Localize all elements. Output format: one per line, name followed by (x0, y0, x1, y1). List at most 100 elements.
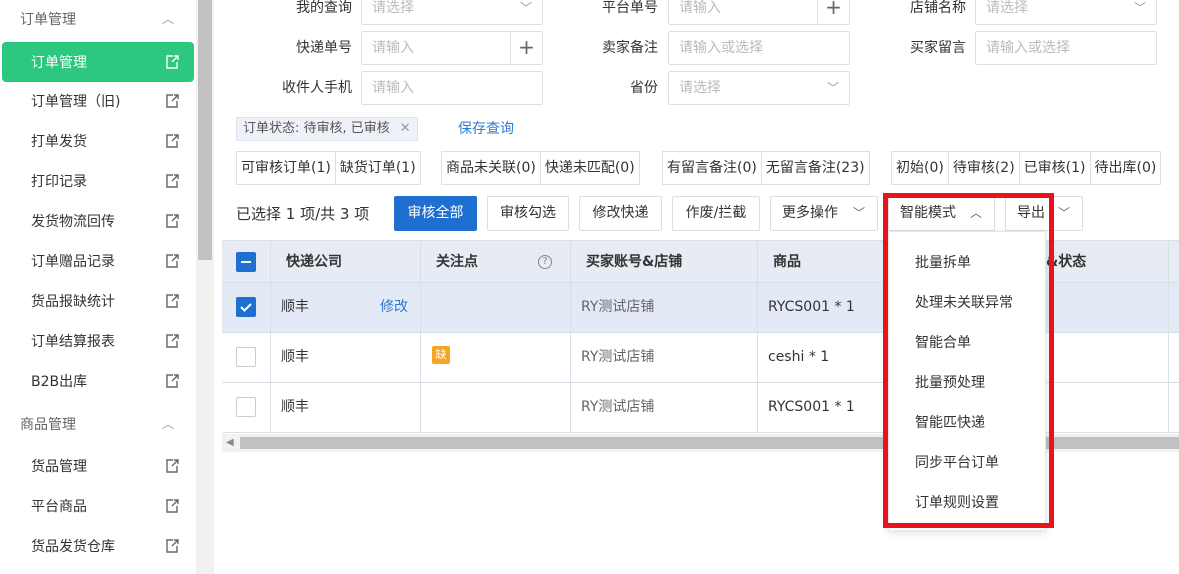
menu-item-batch-split[interactable]: 批量拆单 (889, 243, 1045, 283)
external-link-icon (164, 373, 180, 389)
province-select[interactable]: 请选择 ﹀ (668, 71, 850, 105)
row-checkbox[interactable] (236, 347, 256, 367)
more-actions-button[interactable]: 更多操作 ﹀ (770, 196, 878, 231)
audit-checked-button[interactable]: 审核勾选 (487, 196, 569, 231)
tab-initial[interactable]: 初始(0) (892, 152, 949, 184)
sidebar-item-label: B2B出库 (31, 374, 88, 390)
row-checkbox[interactable] (236, 397, 256, 417)
menu-item-handle-unlinked[interactable]: 处理未关联异常 (889, 283, 1045, 323)
express-no-placeholder: 请输入 (372, 40, 414, 56)
receiver-phone-placeholder: 请输入 (372, 80, 414, 96)
menu-item-smart-merge[interactable]: 智能合单 (889, 323, 1045, 363)
chevron-down-icon: ﹀ (519, 1, 532, 15)
tab-express-unmatched[interactable]: 快递未匹配(0) (541, 152, 639, 184)
sidebar-item-order-management[interactable]: 订单管理 (2, 42, 194, 82)
void-intercept-button[interactable]: 作废/拦截 (672, 196, 760, 231)
seller-note-placeholder: 请输入或选择 (679, 40, 763, 56)
sidebar-item-label: 订单赠品记录 (31, 254, 115, 270)
platform-no-input[interactable]: 请输入 + (668, 0, 850, 25)
cell-goods: RYCS001 * 1 (768, 399, 855, 415)
tab-pending-audit[interactable]: 待审核(2) (949, 152, 1020, 184)
selection-info: 已选择 1 项/共 3 项 (236, 205, 370, 223)
sidebar-item-logistics-callback[interactable]: 发货物流回传 (0, 201, 196, 241)
sidebar-item-gift-records[interactable]: 订单赠品记录 (0, 241, 196, 281)
save-query-link[interactable]: 保存查询 (458, 118, 514, 140)
status-tab-group-4: 初始(0) 待审核(2) 已审核(1) 待出库(0) (891, 151, 1162, 185)
receiver-phone-label: 收件人手机 (282, 80, 352, 96)
smart-mode-label: 智能模式 (900, 205, 956, 221)
sidebar-group-goods[interactable]: 商品管理 ︿ (0, 406, 196, 442)
cell-express: 顺丰 (281, 349, 309, 365)
modify-express-button[interactable]: 修改快递 (579, 196, 662, 231)
sidebar-item-settlement-report[interactable]: 订单结算报表 (0, 321, 196, 361)
status-tab-group-2: 商品未关联(0) 快递未匹配(0) (441, 151, 640, 185)
cell-express: 顺丰 (281, 399, 309, 415)
sidebar-item-label: 订单结算报表 (31, 334, 115, 350)
export-button[interactable]: 导出 ﹀ (1005, 196, 1083, 231)
my-query-select[interactable]: 请选择 ﹀ (361, 0, 543, 25)
platform-no-label: 平台单号 (602, 0, 658, 16)
sidebar-group-orders[interactable]: 订单管理 ︿ (0, 1, 196, 37)
external-link-icon (164, 333, 180, 349)
smart-mode-button[interactable]: 智能模式 ︿ (888, 196, 995, 231)
row-checkbox[interactable] (236, 297, 256, 317)
chevron-up-icon: ︿ (969, 206, 982, 220)
sidebar-item-goods-warehouse[interactable]: 货品发货仓库 (0, 526, 196, 566)
menu-item-sync-platform-orders[interactable]: 同步平台订单 (889, 443, 1045, 483)
external-link-icon (164, 538, 180, 554)
menu-item-batch-preprocess[interactable]: 批量预处理 (889, 363, 1045, 403)
sidebar-item-goods-management[interactable]: 货品管理 (0, 446, 196, 486)
sidebar-item-label: 货品管理 (31, 459, 87, 475)
buyer-msg-input[interactable]: 请输入或选择 (975, 31, 1157, 65)
external-link-icon (164, 173, 180, 189)
province-label: 省份 (630, 80, 658, 96)
shop-name-label: 店铺名称 (910, 0, 966, 16)
plus-icon[interactable]: + (510, 31, 542, 65)
sidebar-scrollbar[interactable] (196, 0, 214, 574)
column-divider (757, 240, 758, 432)
sidebar-item-label: 平台商品 (31, 499, 87, 515)
filter-tag: 订单状态: 待审核, 已审核 ✕ (236, 117, 418, 141)
sidebar-item-platform-goods[interactable]: 平台商品 (0, 486, 196, 526)
tab-has-note[interactable]: 有留言备注(0) (663, 152, 762, 184)
edit-link[interactable]: 修改 (380, 283, 408, 333)
external-link-icon (164, 54, 180, 70)
sidebar-item-print-records[interactable]: 打印记录 (0, 161, 196, 201)
express-no-input[interactable]: 请输入 + (361, 31, 543, 65)
shop-name-select[interactable]: 请选择 ﹀ (975, 0, 1157, 25)
chevron-up-icon: ︿ (161, 417, 174, 431)
menu-item-smart-match-express[interactable]: 智能匹快递 (889, 403, 1045, 443)
sidebar-item-print-ship[interactable]: 打单发货 (0, 121, 196, 161)
help-icon[interactable]: ? (538, 255, 552, 269)
audit-all-button[interactable]: 审核全部 (394, 196, 477, 231)
sidebar-item-order-management-old[interactable]: 订单管理（旧) (0, 81, 196, 121)
seller-note-input[interactable]: 请输入或选择 (668, 31, 850, 65)
chevron-down-icon: ﹀ (1057, 206, 1070, 220)
tab-auditable[interactable]: 可审核订单(1) (237, 152, 336, 184)
sidebar-item-b2b-outbound[interactable]: B2B出库 (0, 361, 196, 401)
plus-icon[interactable]: + (817, 0, 849, 25)
tab-audited[interactable]: 已审核(1) (1020, 152, 1091, 184)
cell-goods: ceshi * 1 (768, 349, 830, 365)
cell-shop: RY测试店铺 (581, 299, 655, 315)
buyer-msg-label: 买家留言 (910, 40, 966, 56)
scroll-left-icon[interactable]: ◀ (226, 437, 234, 448)
receiver-phone-input[interactable]: 请输入 (361, 71, 543, 105)
tab-goods-unlinked[interactable]: 商品未关联(0) (442, 152, 541, 184)
external-link-icon (164, 213, 180, 229)
sidebar: 订单管理 ︿ 订单管理 订单管理（旧) 打单发货 打印记录 发货物流回传 订单赠… (0, 0, 196, 574)
tab-out-of-stock[interactable]: 缺货订单(1) (336, 152, 420, 184)
my-query-placeholder: 请选择 (372, 0, 414, 16)
select-all-checkbox[interactable] (236, 252, 256, 272)
shortage-badge: 缺 (432, 346, 450, 364)
scrollbar-thumb[interactable] (198, 0, 212, 260)
menu-item-order-rules[interactable]: 订单规则设置 (889, 483, 1045, 523)
sidebar-item-shortage-stats[interactable]: 货品报缺统计 (0, 281, 196, 321)
close-icon[interactable]: ✕ (400, 121, 411, 136)
smart-mode-dropdown: 批量拆单 处理未关联异常 智能合单 批量预处理 智能匹快递 同步平台订单 订单规… (888, 231, 1046, 531)
tab-pending-outbound[interactable]: 待出库(0) (1091, 152, 1161, 184)
status-tab-group-1: 可审核订单(1) 缺货订单(1) (236, 151, 421, 185)
cell-shop: RY测试店铺 (581, 399, 655, 415)
tab-no-note[interactable]: 无留言备注(23) (762, 152, 869, 184)
seller-note-label: 卖家备注 (602, 40, 658, 56)
